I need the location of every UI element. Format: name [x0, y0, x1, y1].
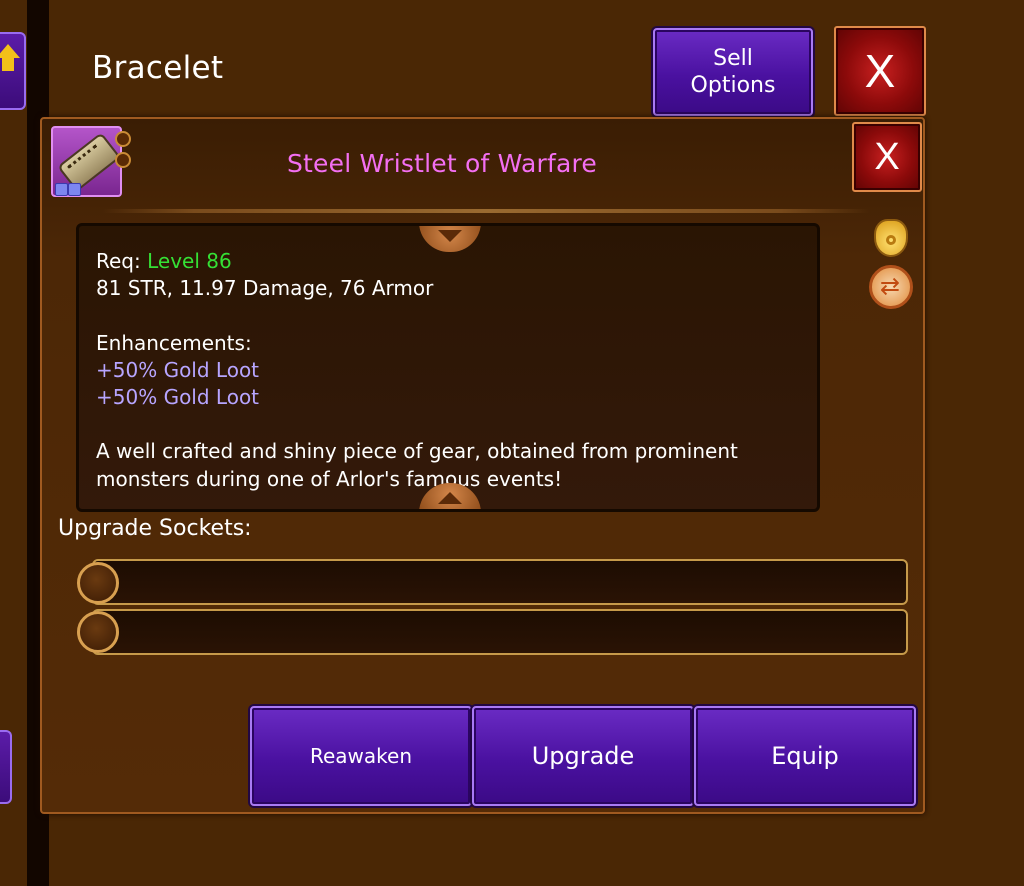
chevron-up-icon: [438, 492, 462, 504]
enhancement-item: +50% Gold Loot: [96, 357, 260, 382]
requirement-line: Req: Level 86: [96, 248, 808, 275]
enhancement-item: +50% Gold Loot: [96, 385, 260, 410]
up-arrow-icon-head: [0, 44, 20, 58]
bracelet-icon: [51, 126, 122, 197]
close-dialog-button[interactable]: X: [852, 122, 922, 192]
requirement-label: Req:: [96, 249, 141, 273]
socket-ring-icon[interactable]: [77, 611, 119, 653]
page-title: Bracelet: [92, 50, 224, 86]
item-description-box[interactable]: Req: Level 86 81 STR, 11.97 Damage, 76 A…: [76, 223, 820, 512]
item-stats: 81 STR, 11.97 Damage, 76 Armor: [96, 276, 434, 301]
upgrade-socket-slot[interactable]: [92, 559, 908, 605]
enhancement-gem-icon: [55, 183, 68, 196]
socket-ring-icon[interactable]: [77, 562, 119, 604]
gold-bag-icon[interactable]: [874, 219, 908, 257]
left-nav-lower-button[interactable]: [0, 730, 12, 804]
sell-options-button[interactable]: Sell Options: [653, 28, 813, 116]
empty-socket-icon: [115, 131, 131, 147]
header-divider: [102, 209, 870, 213]
enhancement-gem-icon: [68, 183, 81, 196]
close-window-button[interactable]: X: [834, 26, 926, 116]
item-name: Steel Wristlet of Warfare: [286, 149, 598, 178]
swap-icon[interactable]: [869, 265, 913, 309]
empty-socket-icon: [115, 152, 131, 168]
upgrade-sockets-label: Upgrade Sockets:: [58, 516, 252, 541]
upgrade-button[interactable]: Upgrade: [472, 706, 694, 806]
item-detail-dialog: Steel Wristlet of Warfare X Req: Level 8…: [40, 117, 925, 814]
reawaken-button[interactable]: Reawaken: [250, 706, 472, 806]
left-nav-up-button[interactable]: [0, 32, 26, 110]
chevron-down-icon: [438, 230, 462, 242]
equip-button[interactable]: Equip: [694, 706, 916, 806]
up-arrow-icon: [2, 57, 14, 71]
item-description-text: Req: Level 86 81 STR, 11.97 Damage, 76 A…: [96, 248, 808, 493]
requirement-level: Level 86: [147, 249, 232, 273]
upgrade-socket-slot[interactable]: [92, 609, 908, 655]
enhancements-heading: Enhancements:: [96, 330, 252, 355]
